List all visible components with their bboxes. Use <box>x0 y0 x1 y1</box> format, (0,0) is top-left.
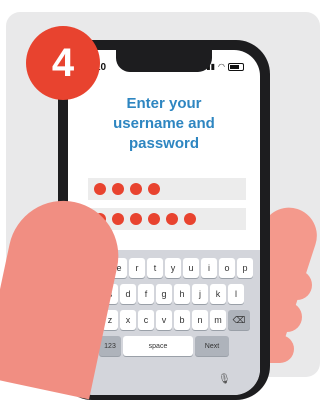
key-o[interactable]: o <box>219 258 235 278</box>
password-field[interactable] <box>88 208 246 230</box>
key-j[interactable]: j <box>192 284 208 304</box>
next-key[interactable]: Next <box>195 336 229 356</box>
key-p[interactable]: p <box>237 258 253 278</box>
key-k[interactable]: k <box>210 284 226 304</box>
key-h[interactable]: h <box>174 284 190 304</box>
battery-icon <box>228 62 244 71</box>
key-n[interactable]: n <box>192 310 208 330</box>
wifi-icon: ◠ <box>218 62 225 71</box>
masked-character-dot <box>94 183 106 195</box>
key-d[interactable]: d <box>120 284 136 304</box>
masked-character-dot <box>184 213 196 225</box>
numbers-key[interactable]: 123 <box>99 336 121 356</box>
masked-character-dot <box>148 213 160 225</box>
key-c[interactable]: c <box>138 310 154 330</box>
key-m[interactable]: m <box>210 310 226 330</box>
masked-character-dot <box>112 213 124 225</box>
finger <box>268 270 312 300</box>
prompt-line: username and <box>113 115 215 132</box>
masked-character-dot <box>130 183 142 195</box>
prompt-line: password <box>128 135 200 152</box>
key-u[interactable]: u <box>183 258 199 278</box>
login-prompt: Enter your username and password <box>68 94 260 154</box>
key-g[interactable]: g <box>156 284 172 304</box>
key-x[interactable]: x <box>120 310 136 330</box>
space-key[interactable]: space <box>123 336 193 356</box>
microphone-icon[interactable]: 🎙 <box>218 374 231 385</box>
key-f[interactable]: f <box>138 284 154 304</box>
key-r[interactable]: r <box>129 258 145 278</box>
key-b[interactable]: b <box>174 310 190 330</box>
step-number: 4 <box>51 40 75 85</box>
masked-character-dot <box>112 183 124 195</box>
key-t[interactable]: t <box>147 258 163 278</box>
status-icons: ▮▮ ◠ <box>206 62 244 71</box>
key-l[interactable]: l <box>228 284 244 304</box>
masked-character-dot <box>130 213 142 225</box>
key-v[interactable]: v <box>156 310 172 330</box>
key-y[interactable]: y <box>165 258 181 278</box>
step-number-badge: 4 <box>26 26 100 100</box>
delete-key[interactable]: ⌫ <box>228 310 250 330</box>
phone-notch <box>116 50 212 72</box>
username-field[interactable] <box>88 178 246 200</box>
masked-character-dot <box>166 213 178 225</box>
prompt-line: Enter your <box>126 95 202 112</box>
masked-character-dot <box>148 183 160 195</box>
key-i[interactable]: i <box>201 258 217 278</box>
